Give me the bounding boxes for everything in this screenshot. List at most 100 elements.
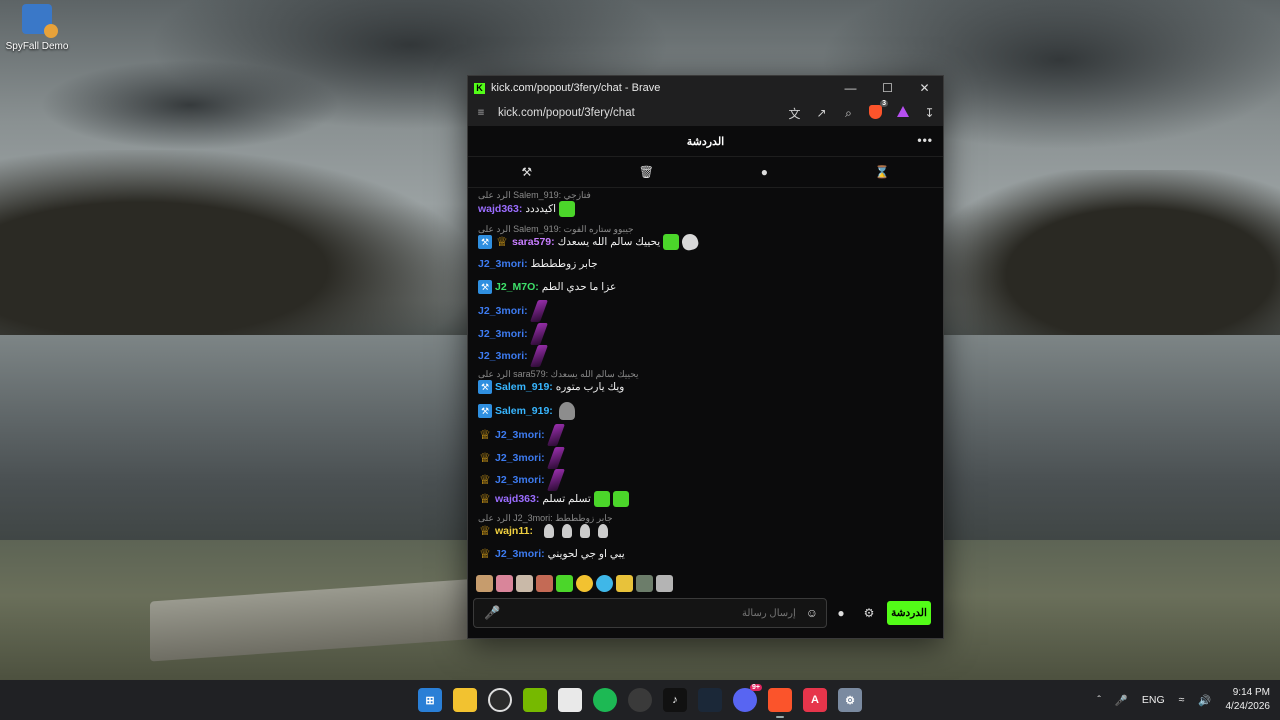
settings-gear-icon[interactable]: ⚙ (855, 606, 883, 620)
username[interactable]: wajn11: (495, 525, 533, 537)
username[interactable]: J2_3mori: (478, 328, 528, 340)
ban-hammer-icon[interactable]: ⚒ (521, 165, 532, 179)
maximize-button[interactable]: ☐ (869, 81, 906, 95)
heart-emote-icon (680, 232, 701, 252)
username[interactable]: wajd363: (478, 203, 522, 215)
emote-icon (529, 345, 548, 367)
shield-count: 3 (880, 99, 888, 107)
chat-input-box: 🎤 ☺ (473, 598, 827, 628)
message-text: جابر زوطططط (530, 258, 598, 270)
emote-icon[interactable] (516, 575, 533, 592)
brave-browser-icon[interactable] (768, 688, 792, 718)
clock[interactable]: 9:14 PM 4/24/2026 (1226, 686, 1271, 714)
microphone-icon[interactable]: 🎤 (1115, 694, 1128, 707)
username[interactable]: J2_3mori: (495, 452, 545, 464)
download-icon[interactable]: ↧ (916, 106, 943, 120)
emote-icon[interactable] (636, 575, 653, 592)
store-icon[interactable] (558, 688, 582, 712)
trash-icon[interactable]: 🗑 (639, 165, 654, 179)
language-indicator[interactable]: ENG (1142, 694, 1165, 706)
volume-icon[interactable]: 🔊 (1198, 694, 1211, 707)
emote-icon[interactable] (596, 575, 613, 592)
skull-emote-icon (579, 524, 590, 538)
file-explorer-icon[interactable] (453, 688, 477, 712)
emote-icon (546, 424, 565, 446)
clock-time: 9:14 PM (1232, 687, 1270, 698)
trees-left (0, 150, 470, 350)
message-text: يبي او جي لحويني (547, 548, 625, 560)
crown-badge-icon: ♕ (479, 491, 491, 506)
chat-input[interactable] (500, 606, 798, 620)
chat-bubble-icon[interactable]: ● (827, 606, 855, 620)
settings-icon[interactable]: ⚙ (838, 688, 862, 712)
send-chat-button[interactable]: الدردشة (887, 601, 931, 625)
close-button[interactable]: ✕ (906, 81, 943, 95)
emote-icon[interactable] (616, 575, 633, 592)
minimize-button[interactable]: — (832, 81, 869, 95)
emote-icon (529, 300, 548, 322)
username[interactable]: Salem_919: (495, 405, 553, 417)
username[interactable]: J2_3mori: (495, 474, 545, 486)
browser-window: K kick.com/popout/3fery/chat - Brave — ☐… (467, 75, 944, 639)
hourglass-icon[interactable]: ⌛ (875, 165, 890, 179)
taskbar: ⊞ ♪ 9+ A ⚙ ˆ 🎤 ENG ≈ 🔊 9:14 PM 4/24/2026 (0, 680, 1280, 720)
brave-shields-icon[interactable]: 3 (862, 99, 889, 122)
message-text: ويك يارب متوره (555, 381, 625, 393)
crown-badge-icon: ♕ (479, 427, 491, 442)
chat-title: الدردشة (686, 135, 725, 148)
emote-icon[interactable] (576, 575, 593, 592)
username[interactable]: Salem_919: (495, 381, 553, 393)
steam-icon[interactable] (698, 688, 722, 712)
username[interactable]: J2_3mori: (495, 548, 545, 560)
app-a-icon[interactable]: A (803, 688, 827, 712)
more-options-icon[interactable]: ••• (917, 133, 933, 147)
zoom-icon[interactable]: ⌕ (835, 106, 862, 121)
desktop-icon-label: SpyFall Demo (5, 41, 69, 52)
site-settings-icon[interactable]: ≡ (468, 107, 494, 119)
username[interactable]: J2_3mori: (478, 258, 528, 270)
emote-icon (612, 491, 629, 507)
emoji-picker-icon[interactable]: ☺ (806, 606, 818, 620)
moderator-badge-icon: ⚒ (478, 380, 492, 394)
discord-icon[interactable]: 9+ (733, 684, 762, 712)
wifi-icon[interactable]: ≈ (1179, 694, 1185, 706)
emote-icon[interactable] (496, 575, 513, 592)
chat-message: ♕ J2_3mori: (478, 469, 933, 491)
username[interactable]: wajd363: (495, 493, 539, 505)
brave-rewards-icon[interactable] (889, 106, 916, 120)
obs-icon[interactable] (488, 688, 512, 712)
chat-message: J2_3mori: (478, 323, 933, 345)
chevron-up-icon[interactable]: ˆ (1097, 694, 1101, 706)
kick-logo-icon: K (474, 82, 485, 94)
username[interactable]: J2_3mori: (478, 350, 528, 362)
username[interactable]: J2_3mori: (478, 305, 528, 317)
emote-icon (593, 491, 610, 507)
emote-icon[interactable] (476, 575, 493, 592)
chat-message: ♕ J2_3mori: (478, 447, 933, 469)
nvidia-icon[interactable] (523, 688, 547, 712)
recent-emotes-bar (476, 575, 673, 595)
system-tray: ˆ 🎤 ENG ≈ 🔊 9:14 PM 4/24/2026 (1097, 680, 1270, 720)
tiktok-icon[interactable]: ♪ (663, 688, 687, 712)
emote-icon[interactable] (656, 575, 673, 592)
desktop-icon-spyfall[interactable]: SpyFall Demo (4, 4, 70, 54)
spotify-icon[interactable] (593, 688, 617, 712)
windows-start-icon[interactable]: ⊞ (418, 688, 442, 712)
discord-notification-badge: 9+ (750, 684, 762, 691)
microphone-icon[interactable]: 🎤 (484, 605, 500, 621)
reply-context: الرد على J2_3mori: جابر زوطططط (478, 513, 613, 523)
open-in-window-icon[interactable]: ↗ (808, 106, 835, 120)
url-text[interactable]: kick.com/popout/3fery/chat (494, 107, 781, 119)
chat-bubble-icon[interactable]: ● (761, 165, 768, 179)
chat-message: wajd363: اكيدددد (478, 201, 933, 217)
username[interactable]: J2_3mori: (495, 429, 545, 441)
title-bar: K kick.com/popout/3fery/chat - Brave — ☐… (468, 76, 943, 100)
chat-message: J2_3mori: (478, 300, 933, 322)
message-text: تسلم تسلم (542, 493, 591, 505)
chrome-icon[interactable] (628, 688, 652, 712)
emote-icon[interactable] (556, 575, 573, 592)
username[interactable]: J2_M7O: (495, 281, 539, 293)
emote-icon[interactable] (536, 575, 553, 592)
username[interactable]: sara579: (512, 236, 555, 248)
translate-icon[interactable]: 文 (781, 105, 808, 122)
